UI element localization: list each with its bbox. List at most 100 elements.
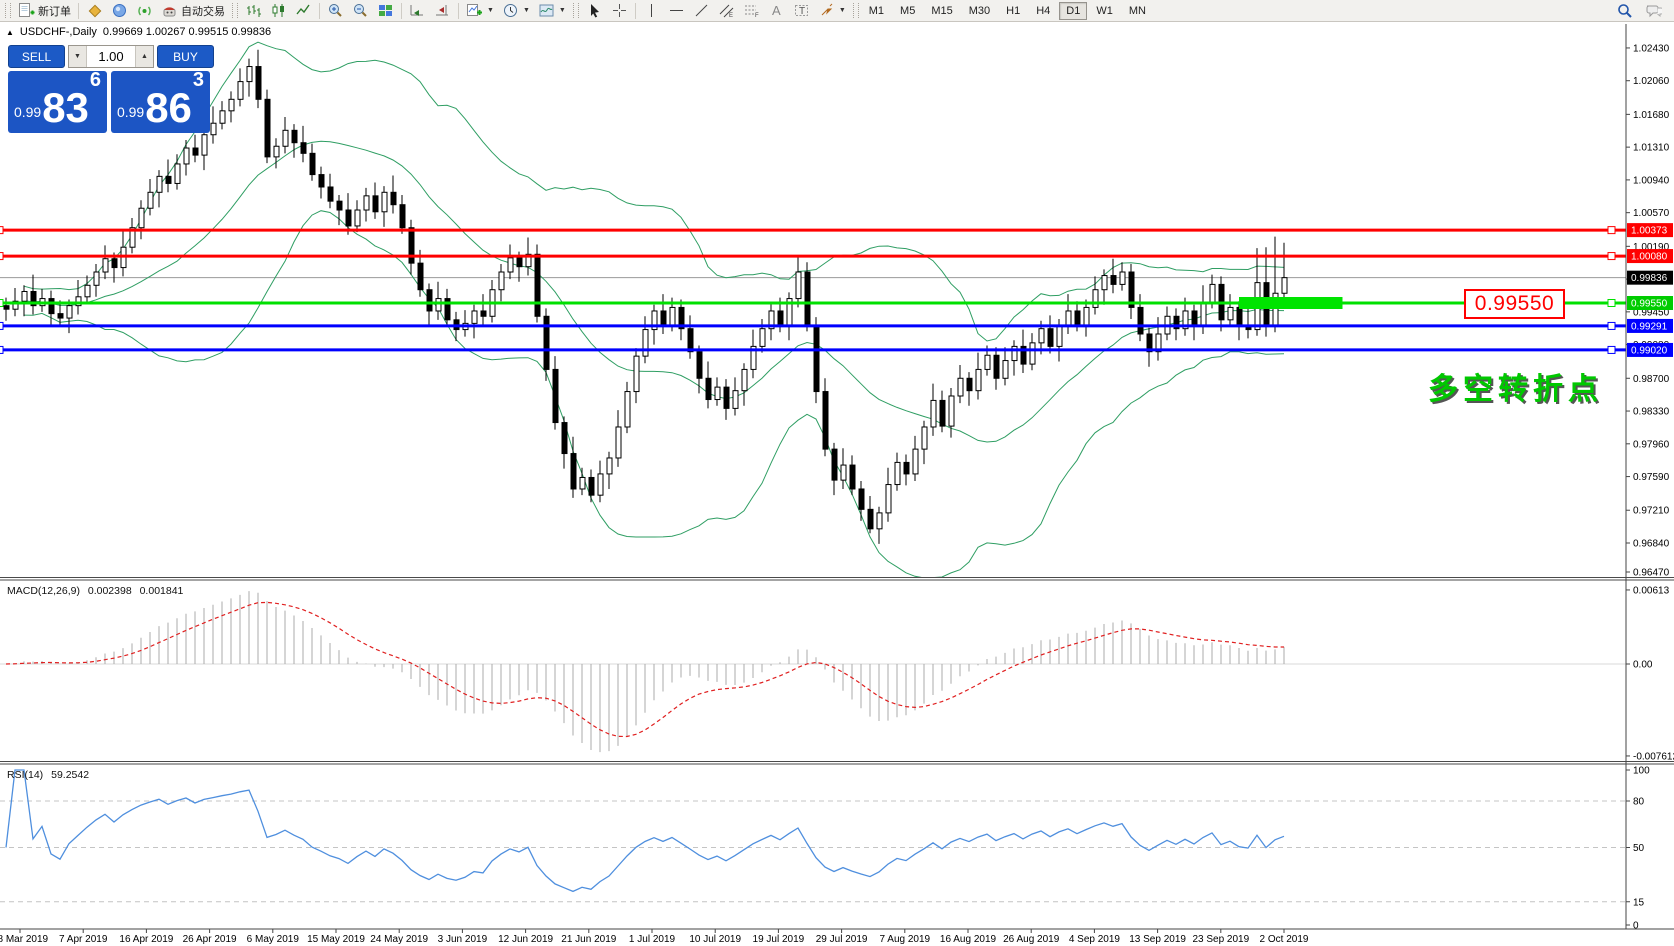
- line-handle[interactable]: [0, 322, 3, 329]
- line-chart-button[interactable]: [291, 1, 316, 21]
- rsi-value: 59.2542: [51, 769, 89, 781]
- chat-icon[interactable]: [1645, 2, 1662, 19]
- bar-chart-icon: [245, 2, 262, 19]
- zoom-out-button[interactable]: [348, 1, 373, 21]
- axis-tick-label: 0: [1633, 921, 1639, 932]
- indicators-icon: [466, 2, 483, 19]
- cursor-button[interactable]: [582, 1, 607, 21]
- volume-stepper: ▼ ▲: [68, 45, 154, 68]
- line-handle[interactable]: [0, 253, 3, 260]
- autotrading-label: 自动交易: [181, 3, 225, 19]
- sell-price-prefix: 0.99: [14, 104, 41, 120]
- market-watch-button[interactable]: [82, 1, 107, 21]
- timeframe-M1[interactable]: M1: [862, 2, 891, 20]
- toolbar-grip[interactable]: [5, 3, 11, 18]
- crosshair-icon: [611, 2, 628, 19]
- buy-price-main: 86: [145, 90, 192, 126]
- periods-button[interactable]: ▼: [498, 1, 534, 21]
- equidistant-channel-button[interactable]: E: [714, 1, 739, 21]
- buy-price-tile[interactable]: 0.99 86 3: [111, 71, 210, 133]
- axis-tick-label: 1.00570: [1633, 208, 1670, 219]
- price-tag-label: 0.99020: [1631, 345, 1668, 356]
- buy-button[interactable]: BUY: [157, 45, 214, 68]
- chart-shift-button[interactable]: [430, 1, 455, 21]
- toolbar-separator: [458, 3, 459, 19]
- templates-button[interactable]: ▼: [534, 1, 570, 21]
- chart-canvas[interactable]: 1.024301.020601.016801.013101.009401.005…: [0, 0, 1674, 946]
- line-handle[interactable]: [0, 300, 3, 307]
- zoom-in-button[interactable]: [323, 1, 348, 21]
- search-icon[interactable]: [1616, 2, 1633, 19]
- vertical-line-button[interactable]: [639, 1, 664, 21]
- chart-background: [0, 22, 1674, 946]
- line-handle[interactable]: [1608, 227, 1615, 234]
- timeframe-D1[interactable]: D1: [1059, 2, 1087, 20]
- auto-scroll-button[interactable]: [405, 1, 430, 21]
- signals-button[interactable]: [132, 1, 157, 21]
- volume-increase-button[interactable]: ▲: [135, 46, 153, 67]
- indicators-button[interactable]: ▼: [462, 1, 498, 21]
- chart-shift-icon: [434, 2, 451, 19]
- pivot-highlight-zone[interactable]: [1239, 297, 1343, 309]
- crosshair-button[interactable]: [607, 1, 632, 21]
- autotrading-button[interactable]: 自动交易: [157, 1, 229, 21]
- line-handle[interactable]: [1608, 300, 1615, 307]
- date-tick-label: 12 Jun 2019: [498, 934, 553, 945]
- price-tag-label: 1.00373: [1631, 226, 1668, 237]
- new-order-label: 新订单: [38, 3, 71, 19]
- line-chart-icon: [295, 2, 312, 19]
- trendline-button[interactable]: [689, 1, 714, 21]
- candlestick-chart-button[interactable]: [266, 1, 291, 21]
- axis-tick-label: 0.97210: [1633, 506, 1670, 517]
- axis-tick-label: 1.01680: [1633, 110, 1670, 121]
- svg-text:A: A: [772, 3, 781, 18]
- fibonacci-button[interactable]: F: [739, 1, 764, 21]
- new-order-icon: [18, 2, 35, 19]
- line-handle[interactable]: [1608, 322, 1615, 329]
- timeframe-W1[interactable]: W1: [1089, 2, 1120, 20]
- tile-windows-button[interactable]: [373, 1, 398, 21]
- arrows-button[interactable]: ▼: [814, 1, 850, 21]
- date-tick-label: 4 Sep 2019: [1069, 934, 1121, 945]
- timeframe-H1[interactable]: H1: [999, 2, 1027, 20]
- macd-signal-value: 0.001841: [140, 585, 184, 597]
- toolbar-grip[interactable]: [853, 3, 859, 18]
- timeframe-M5[interactable]: M5: [893, 2, 922, 20]
- timeframe-MN[interactable]: MN: [1122, 2, 1153, 20]
- text-label-button[interactable]: T: [789, 1, 814, 21]
- timeframe-toolbar: M1M5M15M30H1H4D1W1MN: [862, 2, 1153, 20]
- date-tick-label: 10 Jul 2019: [689, 934, 741, 945]
- volume-input[interactable]: [87, 46, 135, 67]
- line-handle[interactable]: [1608, 253, 1615, 260]
- bar-chart-button[interactable]: [241, 1, 266, 21]
- toolbar-grip[interactable]: [573, 3, 579, 18]
- sell-price-tile[interactable]: 0.99 83 6: [8, 71, 107, 133]
- new-order-button[interactable]: 新订单: [14, 1, 75, 21]
- main-toolbar: 新订单 自动交易: [0, 0, 1674, 22]
- date-tick-label: 23 Sep 2019: [1192, 934, 1249, 945]
- timeframe-M15[interactable]: M15: [924, 2, 959, 20]
- annotation-text[interactable]: 多空转折点: [1428, 364, 1603, 408]
- line-handle[interactable]: [1608, 346, 1615, 353]
- toolbar-grip[interactable]: [232, 3, 238, 18]
- date-tick-label: 28 Mar 2019: [0, 934, 49, 945]
- timeframe-H4[interactable]: H4: [1029, 2, 1057, 20]
- toolbar-separator: [319, 3, 320, 19]
- price-callout-box[interactable]: 0.99550: [1464, 289, 1565, 319]
- line-handle[interactable]: [0, 346, 3, 353]
- volume-decrease-button[interactable]: ▼: [69, 46, 87, 67]
- line-handle[interactable]: [0, 227, 3, 234]
- macd-main-value: 0.002398: [88, 585, 132, 597]
- navigator-button[interactable]: [107, 1, 132, 21]
- arrows-icon: [818, 2, 835, 19]
- dropdown-caret-icon: ▼: [487, 7, 494, 14]
- zoom-in-icon: [327, 2, 344, 19]
- horizontal-line-button[interactable]: [664, 1, 689, 21]
- macd-indicator-label: MACD(12,26,9) 0.002398 0.001841: [7, 585, 188, 597]
- sell-button[interactable]: SELL: [8, 45, 65, 68]
- axis-tick-label: 0.98330: [1633, 407, 1670, 418]
- collapse-icon[interactable]: ▲: [6, 28, 14, 37]
- text-button[interactable]: A: [764, 1, 789, 21]
- toolbar-separator: [635, 3, 636, 19]
- timeframe-M30[interactable]: M30: [962, 2, 997, 20]
